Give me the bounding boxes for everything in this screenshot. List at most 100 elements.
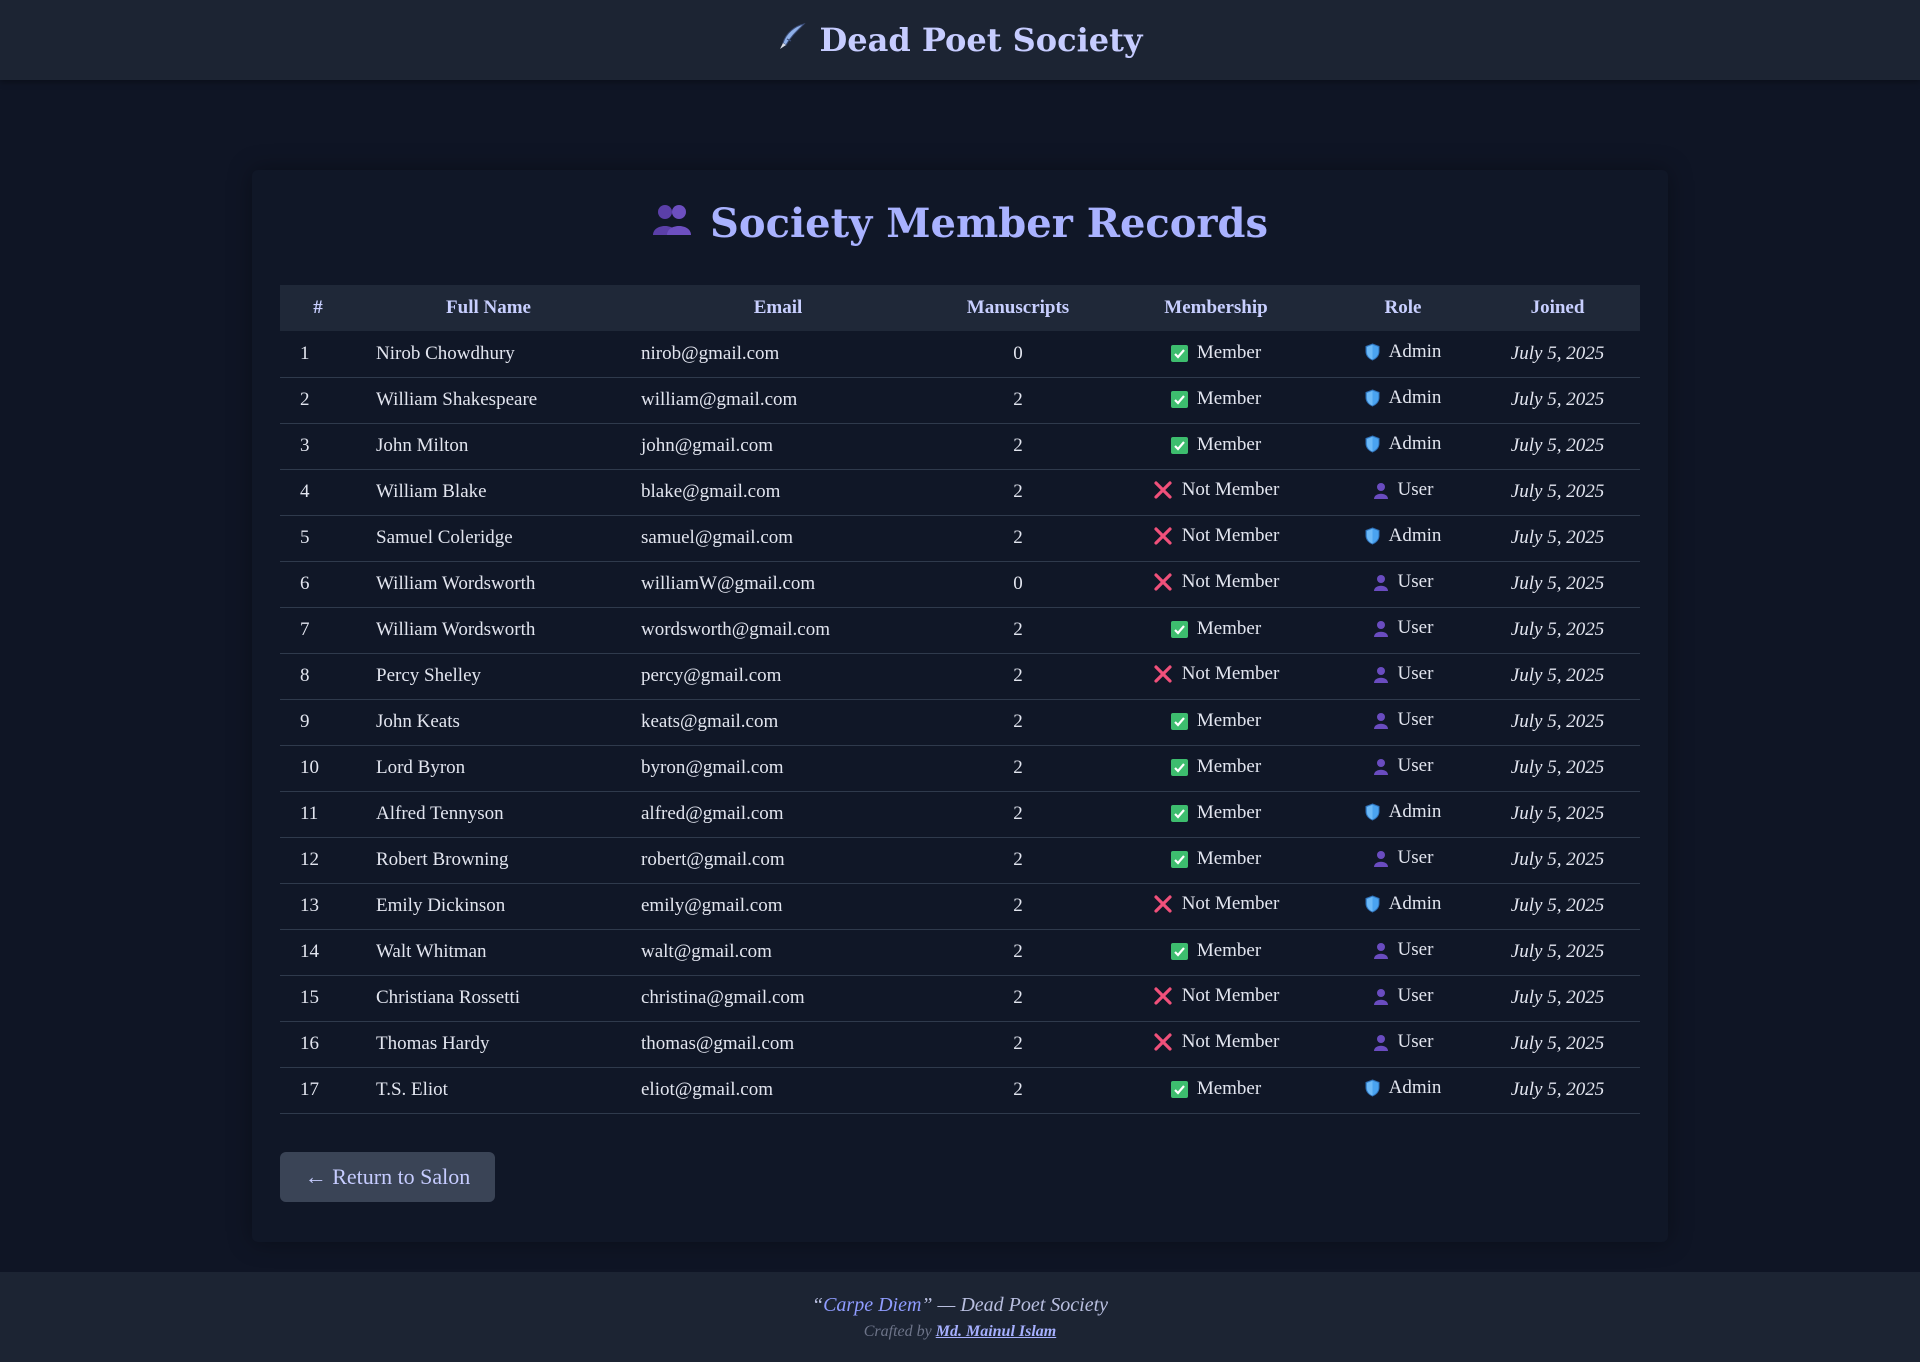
check-icon [1170, 344, 1188, 362]
cell-manuscripts: 2 [935, 469, 1101, 516]
cell-membership: Not Member [1101, 469, 1331, 516]
return-to-salon-button[interactable]: ← Return to Salon [280, 1152, 495, 1202]
cell-manuscripts: 2 [935, 791, 1101, 838]
user-icon [1373, 666, 1389, 683]
role-label: User [1397, 479, 1434, 501]
cell-membership: Not Member [1101, 883, 1331, 930]
cell-number: 11 [280, 791, 356, 838]
page-title-text: Society Member Records [710, 200, 1268, 247]
user-icon [1373, 482, 1389, 499]
cell-joined: July 5, 2025 [1475, 561, 1640, 608]
cell-joined: July 5, 2025 [1475, 1021, 1640, 1068]
cell-number: 2 [280, 377, 356, 424]
cell-manuscripts: 2 [935, 515, 1101, 562]
membership-label: Member [1196, 940, 1262, 962]
cell-role: Admin [1331, 377, 1475, 424]
cell-email: william@gmail.com [621, 377, 935, 424]
cell-role: User [1331, 745, 1475, 792]
col-header-role[interactable]: Role [1331, 285, 1475, 331]
table-row: 6 William Wordsworth williamW@gmail.com 0 No… [280, 561, 1640, 608]
col-header-membership[interactable]: Membership [1101, 285, 1331, 331]
role-label: User [1397, 985, 1434, 1007]
cell-role: User [1331, 929, 1475, 976]
user-icon [1373, 988, 1389, 1005]
table-row: 17 T.S. Eliot eliot@gmail.com 2 Member Admin J… [280, 1067, 1640, 1114]
cell-role: Admin [1331, 515, 1475, 562]
user-icon [1373, 620, 1389, 637]
col-header-number[interactable]: # [280, 285, 356, 331]
table-row: 4 William Blake blake@gmail.com 2 Not Member… [280, 469, 1640, 516]
brand[interactable]: Dead Poet Society [777, 21, 1143, 59]
membership-label: Not Member [1181, 984, 1280, 1006]
cell-joined: July 5, 2025 [1475, 1067, 1640, 1114]
cell-full-name: Emily Dickinson [356, 883, 621, 930]
table-row: 15 Christiana Rossetti christina@gmail.com… [280, 975, 1640, 1022]
shield-icon [1365, 389, 1380, 407]
cell-membership: Not Member [1101, 515, 1331, 562]
cell-full-name: Nirob Chowdhury [356, 331, 621, 378]
cell-number: 16 [280, 1021, 356, 1068]
quill-pen-icon [777, 21, 807, 59]
author-link[interactable]: Md. Mainul Islam [936, 1323, 1056, 1340]
cell-number: 4 [280, 469, 356, 516]
cell-membership: Member [1101, 331, 1331, 378]
cell-number: 8 [280, 653, 356, 700]
cell-manuscripts: 2 [935, 607, 1101, 654]
col-header-full-name[interactable]: Full Name [356, 285, 621, 331]
table-header-row: # Full Name Email Manuscripts Membership… [280, 285, 1640, 331]
membership-label: Not Member [1181, 892, 1280, 914]
check-icon [1170, 436, 1188, 454]
user-icon [1373, 712, 1389, 729]
cell-number: 15 [280, 975, 356, 1022]
col-header-manuscripts[interactable]: Manuscripts [935, 285, 1101, 331]
membership-label: Member [1196, 388, 1262, 410]
cell-joined: July 5, 2025 [1475, 837, 1640, 884]
cell-email: wordsworth@gmail.com [621, 607, 935, 654]
shield-icon [1365, 527, 1380, 545]
cell-full-name: Samuel Coleridge [356, 515, 621, 562]
col-header-joined[interactable]: Joined [1475, 285, 1640, 331]
cell-full-name: T.S. Eliot [356, 1067, 621, 1114]
cell-manuscripts: 0 [935, 331, 1101, 378]
membership-label: Member [1196, 802, 1262, 824]
membership-label: Not Member [1181, 570, 1280, 592]
cell-role: Admin [1331, 423, 1475, 470]
cell-manuscripts: 2 [935, 883, 1101, 930]
col-header-email[interactable]: Email [621, 285, 935, 331]
brand-title: Dead Poet Society [819, 21, 1143, 59]
cell-full-name: John Keats [356, 699, 621, 746]
table-row: 3 John Milton john@gmail.com 2 Member Admin Ju… [280, 423, 1640, 470]
cell-membership: Member [1101, 1067, 1331, 1114]
quote-open: “ [811, 1294, 824, 1316]
cross-icon [1153, 894, 1173, 914]
cell-membership: Member [1101, 377, 1331, 424]
cell-full-name: William Wordsworth [356, 561, 621, 608]
role-label: Admin [1388, 340, 1442, 362]
shield-icon [1365, 343, 1380, 361]
cell-manuscripts: 2 [935, 1067, 1101, 1114]
cell-email: williamW@gmail.com [621, 561, 935, 608]
cell-email: walt@gmail.com [621, 929, 935, 976]
cell-full-name: William Shakespeare [356, 377, 621, 424]
cell-membership: Member [1101, 607, 1331, 654]
cell-email: alfred@gmail.com [621, 791, 935, 838]
table-row: 9 John Keats keats@gmail.com 2 Member User Jul… [280, 699, 1640, 746]
table-row: 7 William Wordsworth wordsworth@gmail.com 2… [280, 607, 1640, 654]
cell-role: Admin [1331, 791, 1475, 838]
table-row: 8 Percy Shelley percy@gmail.com 2 Not Member… [280, 653, 1640, 700]
cell-manuscripts: 0 [935, 561, 1101, 608]
cell-number: 1 [280, 331, 356, 378]
check-icon [1170, 942, 1188, 960]
shield-icon [1365, 803, 1380, 821]
table-row: 1 Nirob Chowdhury nirob@gmail.com 0 Member Ad… [280, 331, 1640, 378]
membership-label: Member [1196, 434, 1262, 456]
cell-manuscripts: 2 [935, 745, 1101, 792]
footer-quote: “Carpe Diem” — Dead Poet Society [0, 1294, 1920, 1317]
cell-role: User [1331, 469, 1475, 516]
cell-membership: Not Member [1101, 653, 1331, 700]
cell-role: User [1331, 837, 1475, 884]
cell-joined: July 5, 2025 [1475, 929, 1640, 976]
cell-membership: Member [1101, 791, 1331, 838]
cell-role: Admin [1331, 883, 1475, 930]
cell-full-name: Percy Shelley [356, 653, 621, 700]
